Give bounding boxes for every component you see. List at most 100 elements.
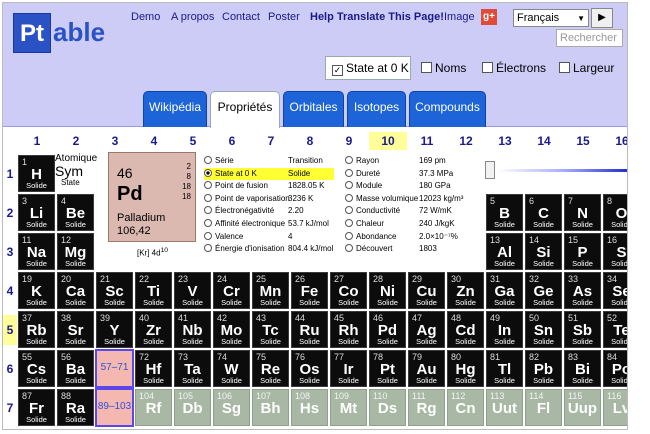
- element-tile[interactable]: 1 H Solide: [18, 155, 55, 192]
- element-tile[interactable]: 113 Uut: [486, 389, 523, 426]
- slider-handle[interactable]: [485, 161, 495, 179]
- property-row[interactable]: Chaleur 240 J/kgK: [345, 218, 479, 230]
- property-row[interactable]: Dureté 37.3 MPa: [345, 168, 479, 180]
- element-tile[interactable]: 40 Zr Solide: [135, 311, 172, 348]
- property-row[interactable]: Point de vaporisation 3236 K: [204, 193, 334, 205]
- radio-icon[interactable]: [204, 193, 212, 202]
- property-row[interactable]: Rayon 169 pm: [345, 155, 479, 167]
- property-row[interactable]: Valence 4: [204, 231, 334, 243]
- element-tile[interactable]: 20 Ca Solide: [57, 272, 94, 309]
- element-tile[interactable]: 50 Sn Solide: [525, 311, 562, 348]
- property-row[interactable]: Électronégativité 2.20: [204, 205, 334, 217]
- element-tile[interactable]: 14 Si Solide: [525, 233, 562, 270]
- property-row[interactable]: Affinité électronique 53.7 kJ/mol: [204, 218, 334, 230]
- property-row[interactable]: Série Transition: [204, 155, 334, 167]
- element-tile[interactable]: 88 Ra Solide: [57, 389, 94, 426]
- element-tile[interactable]: 110 Ds: [369, 389, 406, 426]
- element-tile[interactable]: 41 Nb Solide: [174, 311, 211, 348]
- radio-icon[interactable]: [204, 219, 212, 227]
- element-tile[interactable]: 79 Au Solide: [408, 350, 445, 387]
- element-tile[interactable]: 77 Ir Solide: [330, 350, 367, 387]
- tab-orbitales[interactable]: Orbitales: [283, 91, 344, 127]
- radio-icon[interactable]: [204, 181, 212, 190]
- radio-icon[interactable]: [345, 168, 353, 177]
- slider-track[interactable]: [497, 169, 627, 172]
- element-tile[interactable]: 47 Ag Solide: [408, 311, 445, 348]
- element-tile[interactable]: 34SeSolide: [603, 272, 627, 309]
- element-tile[interactable]: 45 Rh Solide: [330, 311, 367, 348]
- element-tile[interactable]: 51 Sb Solide: [564, 311, 601, 348]
- element-tile[interactable]: 4 Be Solide: [57, 194, 94, 231]
- element-tile[interactable]: 7 N Solide: [564, 194, 601, 231]
- element-tile[interactable]: 104 Rf: [135, 389, 172, 426]
- element-tile[interactable]: 75 Re Solide: [252, 350, 289, 387]
- radio-icon[interactable]: [204, 206, 212, 215]
- element-tile[interactable]: 26 Fe Solide: [291, 272, 328, 309]
- element-tile[interactable]: 21 Sc Solide: [96, 272, 133, 309]
- nav-demo[interactable]: Demo: [131, 11, 160, 23]
- go-button[interactable]: ▶: [591, 8, 613, 28]
- element-tile[interactable]: 107 Bh: [252, 389, 289, 426]
- element-tile[interactable]: 29 Cu Solide: [408, 272, 445, 309]
- element-tile[interactable]: 87 Fr Solide: [18, 389, 55, 426]
- search-input[interactable]: Rechercher: [556, 29, 623, 47]
- tab-compounds[interactable]: Compounds: [409, 91, 486, 127]
- property-row[interactable]: Module 180 GPa: [345, 180, 479, 192]
- element-tile[interactable]: 23 V Solide: [174, 272, 211, 309]
- element-tile[interactable]: 11 Na Solide: [18, 233, 55, 270]
- element-tile[interactable]: 112 Cn: [447, 389, 484, 426]
- element-tile[interactable]: 81 Tl Solide: [486, 350, 523, 387]
- element-tile[interactable]: 8OSolide: [603, 194, 627, 231]
- radio-icon[interactable]: [204, 156, 212, 164]
- radio-icon[interactable]: [345, 193, 353, 202]
- element-tile[interactable]: 116Lv: [603, 389, 627, 426]
- property-row[interactable]: Abondance 2.0×10⁻⁷%: [345, 231, 479, 243]
- element-tile[interactable]: 25 Mn Solide: [252, 272, 289, 309]
- option-electrons[interactable]: Électrons: [482, 61, 546, 75]
- radio-icon[interactable]: [204, 231, 212, 240]
- element-tile[interactable]: 111 Rg: [408, 389, 445, 426]
- element-tile[interactable]: 46 Pd Solide: [369, 311, 406, 348]
- series-range-tile[interactable]: 57–71: [95, 349, 134, 388]
- element-tile[interactable]: 49 In Solide: [486, 311, 523, 348]
- element-tile[interactable]: 31 Ga Solide: [486, 272, 523, 309]
- element-tile[interactable]: 48 Cd Solide: [447, 311, 484, 348]
- element-tile[interactable]: 27 Co Solide: [330, 272, 367, 309]
- element-tile[interactable]: 37 Rb Solide: [18, 311, 55, 348]
- element-tile[interactable]: 73 Ta Solide: [174, 350, 211, 387]
- element-tile[interactable]: 22 Ti Solide: [135, 272, 172, 309]
- element-tile[interactable]: 12 Mg Solide: [57, 233, 94, 270]
- radio-icon[interactable]: [204, 244, 212, 253]
- element-tile[interactable]: 76 Os Solide: [291, 350, 328, 387]
- radio-icon[interactable]: [345, 244, 353, 253]
- element-tile[interactable]: 80 Hg Solide: [447, 350, 484, 387]
- tab-wikipedia[interactable]: Wikipédia: [143, 91, 207, 127]
- element-tile[interactable]: 28 Ni Solide: [369, 272, 406, 309]
- language-select[interactable]: Français ▼: [513, 9, 589, 27]
- google-plus-icon[interactable]: g+: [481, 9, 497, 25]
- element-tile[interactable]: 78 Pt Solide: [369, 350, 406, 387]
- element-tile[interactable]: 106 Sg: [213, 389, 250, 426]
- radio-icon[interactable]: [204, 168, 212, 177]
- nav-translate[interactable]: Help Translate This Page!: [310, 11, 444, 23]
- element-tile[interactable]: 15 P Solide: [564, 233, 601, 270]
- element-tile[interactable]: 114 Fl: [525, 389, 562, 426]
- element-tile[interactable]: 24 Cr Solide: [213, 272, 250, 309]
- element-tile[interactable]: 30 Zn Solide: [447, 272, 484, 309]
- element-tile[interactable]: 38 Sr Solide: [57, 311, 94, 348]
- element-tile[interactable]: 105 Db: [174, 389, 211, 426]
- radio-icon[interactable]: [345, 219, 353, 227]
- element-tile[interactable]: 115 Uup: [564, 389, 601, 426]
- element-tile[interactable]: 108 Hs: [291, 389, 328, 426]
- element-tile[interactable]: 39 Y Solide: [96, 311, 133, 348]
- element-tile[interactable]: 42 Mo Solide: [213, 311, 250, 348]
- element-tile[interactable]: 32 Ge Solide: [525, 272, 562, 309]
- series-range-tile[interactable]: 89–103: [95, 388, 134, 427]
- element-tile[interactable]: 43 Tc Solide: [252, 311, 289, 348]
- radio-icon[interactable]: [345, 156, 353, 164]
- element-tile[interactable]: 72 Hf Solide: [135, 350, 172, 387]
- element-tile[interactable]: 44 Ru Solide: [291, 311, 328, 348]
- element-tile[interactable]: 83 Bi Solide: [564, 350, 601, 387]
- element-tile[interactable]: 82 Pb Solide: [525, 350, 562, 387]
- radio-icon[interactable]: [345, 181, 353, 190]
